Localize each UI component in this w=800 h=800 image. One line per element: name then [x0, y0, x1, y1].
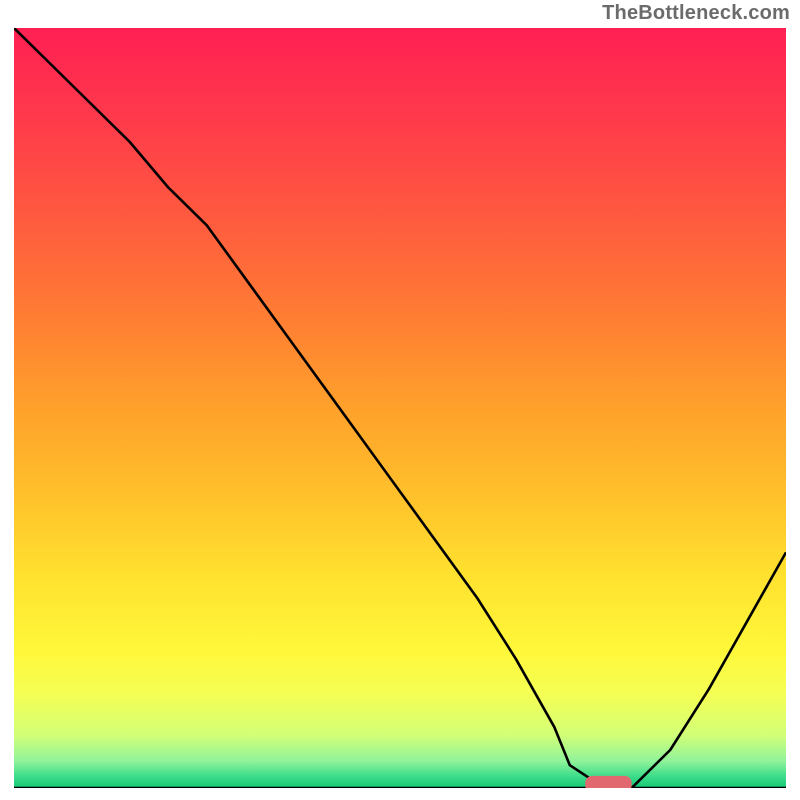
optimal-marker [585, 776, 631, 788]
bottleneck-chart [14, 28, 786, 788]
chart-container [14, 28, 786, 788]
watermark-text: TheBottleneck.com [602, 2, 790, 25]
